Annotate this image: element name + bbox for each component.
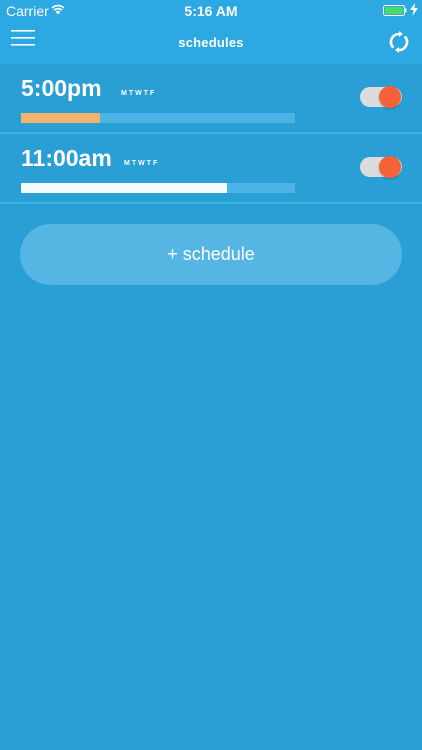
- schedule-list: 5:00pm MTWTF 11:00am MTWTF: [0, 64, 422, 204]
- schedule-progress-fill: [21, 113, 101, 123]
- schedule-toggle[interactable]: [360, 156, 402, 178]
- clock: 5:16 AM: [184, 3, 238, 19]
- schedule-days: MTWTF: [121, 90, 157, 97]
- add-schedule-button[interactable]: + schedule: [20, 224, 402, 285]
- schedule-time: 5:00pm: [21, 75, 102, 101]
- status-bar: Carrier 5:16 AM: [0, 0, 422, 22]
- schedule-row[interactable]: 11:00am MTWTF: [0, 134, 422, 204]
- schedule-progress-fill: [21, 183, 227, 193]
- toggle-knob: [379, 156, 401, 178]
- schedule-days: MTWTF: [124, 160, 160, 167]
- schedule-progress-track: [21, 183, 295, 193]
- nav-bar: schedules: [0, 22, 422, 64]
- battery-icon: [383, 5, 407, 16]
- schedule-time: 11:00am: [21, 145, 112, 171]
- schedule-toggle[interactable]: [360, 86, 402, 108]
- page-title: schedules: [178, 35, 244, 50]
- refresh-icon[interactable]: [389, 31, 409, 53]
- schedule-row[interactable]: 5:00pm MTWTF: [0, 64, 422, 134]
- toggle-knob: [379, 86, 401, 108]
- charging-bolt-icon: [410, 3, 418, 16]
- battery-level-fill: [385, 7, 403, 14]
- schedule-progress-track: [21, 113, 295, 123]
